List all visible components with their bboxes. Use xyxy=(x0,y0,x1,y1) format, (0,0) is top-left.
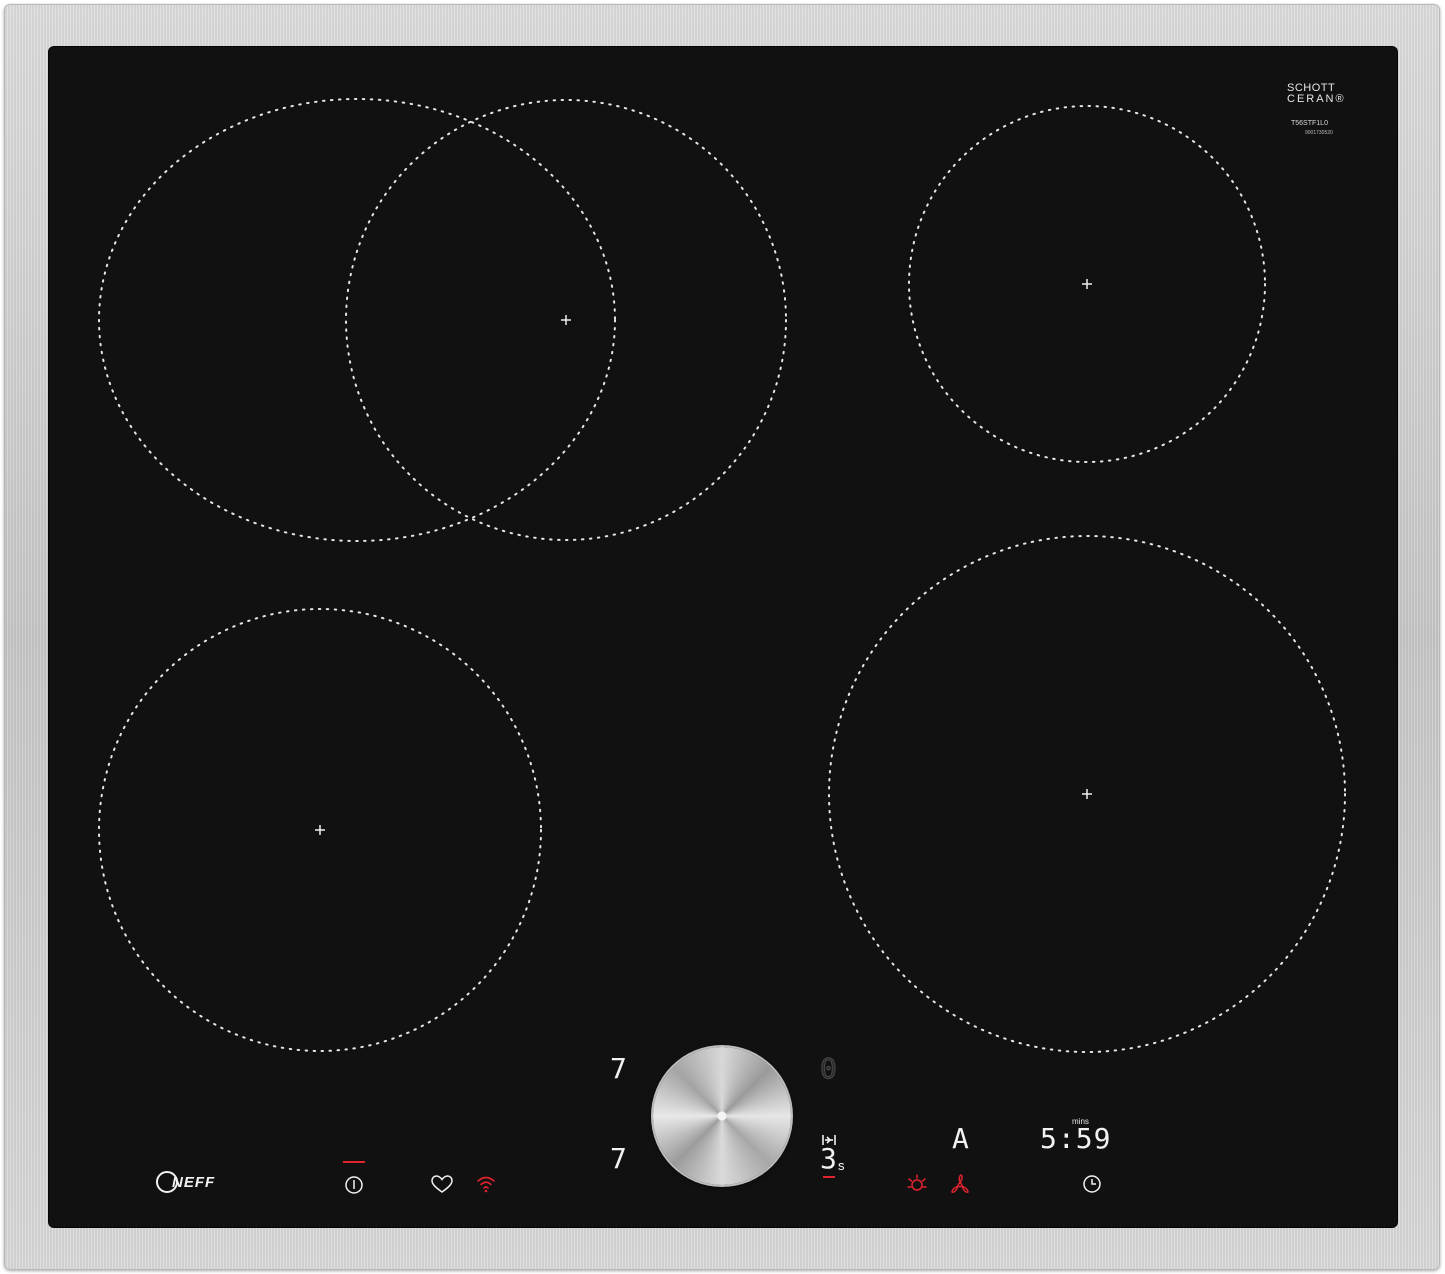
power-boost-suffix: s xyxy=(838,1158,845,1173)
brand-logo: NEFF xyxy=(156,1171,215,1193)
zone-center-marker xyxy=(1082,279,1092,289)
level-display-rear-right[interactable]: 0 xyxy=(820,1052,838,1086)
frying-sensor-icon[interactable] xyxy=(906,1173,928,1195)
clock-icon[interactable] xyxy=(1082,1174,1102,1194)
zone-center-marker xyxy=(315,825,325,835)
brand-logo-text: NEFF xyxy=(172,1173,216,1191)
twist-control-knob[interactable] xyxy=(653,1047,791,1185)
zone-center-marker xyxy=(561,315,571,325)
power-boost-level: 3 xyxy=(820,1142,837,1175)
schott-ceran-label: SCHOTT CERAN® xyxy=(1287,83,1349,105)
zone-center-marker xyxy=(1082,789,1092,799)
timer-display: 5:59 xyxy=(1040,1122,1112,1155)
fan-icon[interactable] xyxy=(949,1173,971,1195)
model-number: T56STF1L0 xyxy=(1291,120,1328,127)
auto-mode-indicator: A xyxy=(952,1122,969,1155)
heart-icon[interactable] xyxy=(431,1175,453,1195)
schott-label-line2: CERAN® xyxy=(1287,93,1346,105)
level-display-front-left[interactable]: 7 xyxy=(610,1142,627,1175)
level-display-rear-left[interactable]: 7 xyxy=(610,1052,627,1085)
serial-number: 9001730520 xyxy=(1305,130,1333,136)
power-icon[interactable] xyxy=(344,1175,364,1195)
cooking-zone-large-outline[interactable] xyxy=(98,98,616,542)
wifi-icon[interactable] xyxy=(476,1175,496,1193)
